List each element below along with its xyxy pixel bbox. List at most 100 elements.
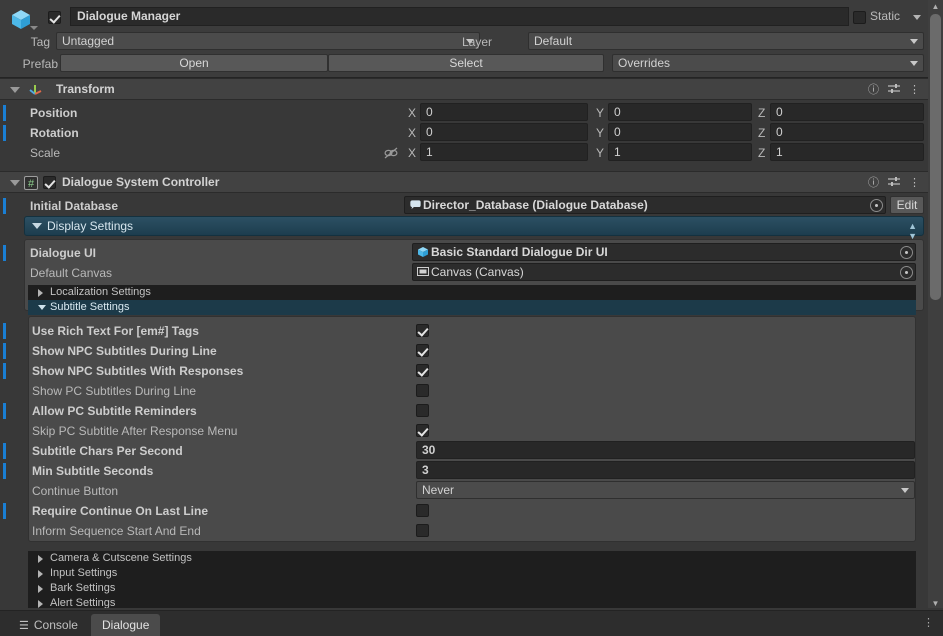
controller-foldout-arrow[interactable] (10, 180, 20, 186)
layer-label: Layer (461, 35, 492, 49)
scrollbar-thumb[interactable] (930, 14, 941, 300)
gameobject-name-input[interactable]: Dialogue Manager (70, 7, 849, 26)
bark-settings-label: Bark Settings (50, 582, 116, 594)
dialogue-database-icon (409, 199, 422, 215)
chevron-down-icon (910, 61, 918, 66)
require-continue-on-last-line-checkbox[interactable] (416, 504, 429, 517)
default-canvas-row: Default Canvas Canvas (Canvas) (0, 263, 928, 283)
tag-dropdown[interactable]: Untagged (56, 32, 480, 50)
layer-dropdown[interactable]: Default (528, 32, 924, 50)
scale-z-input[interactable]: 1 (770, 143, 924, 161)
tag-value: Untagged (62, 34, 115, 48)
subtitle-field-row: Allow PC Subtitle Reminders (0, 401, 928, 421)
transform-component-header[interactable]: Transform ⓘ ⋮ (0, 78, 928, 100)
allow-pc-subtitle-reminders-checkbox[interactable] (416, 404, 429, 417)
position-z-input[interactable]: 0 (770, 103, 924, 121)
bark-settings-header[interactable]: Bark Settings (28, 581, 916, 596)
dialogue-ui-object-field[interactable]: Basic Standard Dialogue Dir UI (412, 243, 916, 261)
axis-label-y: Y (596, 106, 605, 120)
rotation-y-input[interactable]: 0 (608, 123, 752, 141)
position-label: Position (30, 106, 78, 120)
object-picker-icon[interactable] (900, 246, 913, 259)
object-picker-icon[interactable] (870, 199, 883, 212)
kebab-menu-icon[interactable]: ⋮ (909, 177, 920, 189)
prefab-open-button[interactable]: Open (60, 54, 328, 72)
show-npc-subtitles-during-line-checkbox[interactable] (416, 344, 429, 357)
preset-icon[interactable] (888, 176, 900, 190)
bark-settings-foldout-arrow[interactable] (38, 585, 43, 593)
tag-layer-row: Tag Untagged Layer Default (0, 32, 928, 52)
tab-console[interactable]: ☰ Console (8, 614, 89, 636)
axis-label-x: X (408, 106, 417, 120)
transform-foldout-arrow[interactable] (10, 87, 20, 93)
min-subtitle-seconds-label: Min Subtitle Seconds (32, 464, 154, 478)
skip-pc-subtitle-after-response-menu-checkbox[interactable] (416, 424, 429, 437)
object-picker-icon[interactable] (900, 266, 913, 279)
gameobject-name-row: Dialogue Manager Static (0, 6, 928, 30)
prefab-label: Prefab (22, 57, 58, 71)
transform-axis-icon (28, 82, 43, 100)
link-off-icon[interactable] (384, 147, 398, 162)
use-rich-text-checkbox[interactable] (416, 324, 429, 337)
controller-header-icons: ⓘ ⋮ (868, 176, 920, 190)
subtitle-field-row: Continue Button Never (0, 481, 928, 501)
input-settings-header[interactable]: Input Settings (28, 566, 916, 581)
subtitle-field-row: Inform Sequence Start And End (0, 521, 928, 541)
gameobject-enabled-checkbox[interactable] (48, 11, 61, 24)
prefab-select-button[interactable]: Select (328, 54, 604, 72)
override-marker (3, 245, 6, 261)
override-marker (3, 343, 6, 359)
kebab-menu-icon[interactable]: ⋮ (909, 84, 920, 96)
input-settings-foldout-arrow[interactable] (38, 570, 43, 578)
prefab-overrides-dropdown[interactable]: Overrides (612, 54, 924, 72)
override-marker (3, 105, 6, 121)
override-marker (3, 503, 6, 519)
axis-label-y: Y (596, 126, 605, 140)
vertical-resize-icon[interactable]: ▲ ▼ (908, 221, 917, 241)
scale-x-input[interactable]: 1 (420, 143, 588, 161)
inform-sequence-start-and-end-checkbox[interactable] (416, 524, 429, 537)
scale-y-input[interactable]: 1 (608, 143, 752, 161)
initial-database-edit-button[interactable]: Edit (890, 196, 924, 214)
input-settings-label: Input Settings (50, 567, 118, 579)
continue-button-dropdown[interactable]: Never (416, 481, 915, 499)
show-pc-subtitles-during-line-checkbox[interactable] (416, 384, 429, 397)
default-canvas-object-field[interactable]: Canvas (Canvas) (412, 263, 916, 281)
initial-database-label: Initial Database (30, 199, 119, 213)
subtitle-foldout-arrow[interactable] (38, 305, 46, 310)
position-y-input[interactable]: 0 (608, 103, 752, 121)
localization-settings-label: Localization Settings (50, 286, 151, 298)
dialogue-system-controller-header[interactable]: # Dialogue System Controller ⓘ ⋮ (0, 171, 928, 193)
localization-settings-header[interactable]: Localization Settings (28, 285, 916, 300)
inform-sequence-start-and-end-label: Inform Sequence Start And End (32, 524, 201, 538)
tab-dialogue[interactable]: Dialogue (91, 614, 161, 636)
help-icon[interactable]: ⓘ (868, 177, 879, 189)
override-marker (3, 198, 6, 214)
alert-settings-foldout-arrow[interactable] (38, 600, 43, 608)
camera-cutscene-settings-header[interactable]: Camera & Cutscene Settings (28, 551, 916, 566)
inspector-scrollbar[interactable]: ▲ ▼ (928, 0, 943, 610)
controller-enabled-checkbox[interactable] (43, 176, 56, 189)
subtitle-settings-header[interactable]: Subtitle Settings (28, 300, 916, 315)
static-dropdown-arrow[interactable] (913, 15, 921, 20)
rotation-x-input[interactable]: 0 (420, 123, 588, 141)
transform-title: Transform (56, 82, 115, 96)
display-settings-foldout-arrow[interactable] (32, 223, 42, 229)
subtitle-chars-per-second-input[interactable]: 30 (416, 441, 915, 459)
min-subtitle-seconds-input[interactable]: 3 (416, 461, 915, 479)
gameobject-header: Dialogue Manager Static Tag Untagged Lay… (0, 0, 928, 78)
kebab-menu-icon[interactable]: ⋮ (923, 617, 934, 629)
subtitle-field-row: Min Subtitle Seconds 3 (0, 461, 928, 481)
show-npc-subtitles-with-responses-checkbox[interactable] (416, 364, 429, 377)
preset-icon[interactable] (888, 83, 900, 97)
position-x-input[interactable]: 0 (420, 103, 588, 121)
scroll-up-arrow[interactable]: ▲ (928, 0, 943, 13)
initial-database-object-field[interactable]: Director_Database (Dialogue Database) (404, 196, 886, 214)
camera-cutscene-foldout-arrow[interactable] (38, 555, 43, 563)
rotation-z-input[interactable]: 0 (770, 123, 924, 141)
localization-foldout-arrow[interactable] (38, 289, 43, 297)
help-icon[interactable]: ⓘ (868, 84, 879, 96)
gameobject-foldout-arrow[interactable] (30, 26, 38, 30)
display-settings-section-header[interactable]: Display Settings ▲ ▼ (24, 216, 924, 241)
static-checkbox[interactable] (853, 11, 866, 24)
